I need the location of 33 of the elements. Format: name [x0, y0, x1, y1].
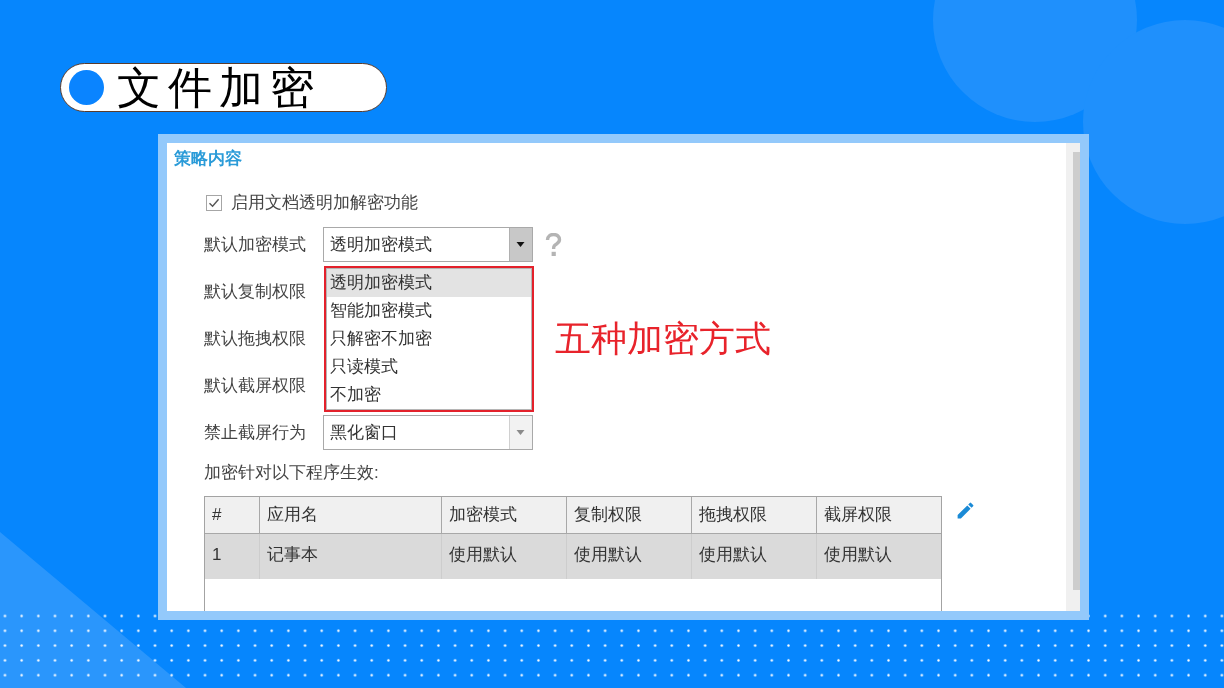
checkbox-label: 启用文档透明加解密功能 [231, 192, 418, 214]
column-header: 加密模式 [442, 497, 567, 533]
dropdown-option[interactable]: 透明加密模式 [327, 269, 531, 297]
field-label: 默认加密模式 [204, 233, 307, 256]
column-header: # [205, 497, 260, 533]
checkbox[interactable] [206, 195, 222, 211]
pencil-icon[interactable] [955, 500, 976, 521]
callout-text: 五种加密方式 [555, 318, 771, 360]
field-label: 默认复制权限 [204, 280, 307, 303]
field-label: 默认拖拽权限 [204, 327, 307, 350]
table-cell-text: 使用默认 [823, 544, 893, 566]
table-caption: 加密针对以下程序生效: [204, 462, 379, 484]
table-row[interactable]: 1 记事本 使用默认 使用默认 使用默认 使用默认 [205, 534, 941, 579]
caret-icon[interactable] [509, 228, 532, 261]
column-header: 截屏权限 [823, 504, 893, 526]
page-title: 文件加密 [117, 63, 321, 112]
column-header: 拖拽权限 [692, 497, 817, 533]
table-cell: 记事本 [260, 534, 442, 579]
scrollbar[interactable] [1066, 143, 1080, 611]
table-cell: 使用默认 [442, 534, 567, 579]
section-title: 策略内容 [174, 148, 242, 170]
field-label: 默认截屏权限 [204, 374, 307, 397]
dropdown[interactable]: 黑化窗口 [323, 415, 533, 450]
table-cell: 使用默认 [692, 534, 817, 579]
table-cell: 1 [205, 534, 260, 579]
column-header: 复制权限 [567, 497, 692, 533]
field-label: 禁止截屏行为 [204, 421, 307, 444]
table-cell: 使用默认 [567, 534, 692, 579]
circle-icon [69, 70, 104, 105]
dropdown[interactable]: 透明加密模式 [323, 227, 533, 262]
scrollbar-thumb[interactable] [1073, 152, 1080, 590]
column-header: 应用名 [260, 497, 442, 533]
help-icon[interactable] [545, 232, 562, 257]
